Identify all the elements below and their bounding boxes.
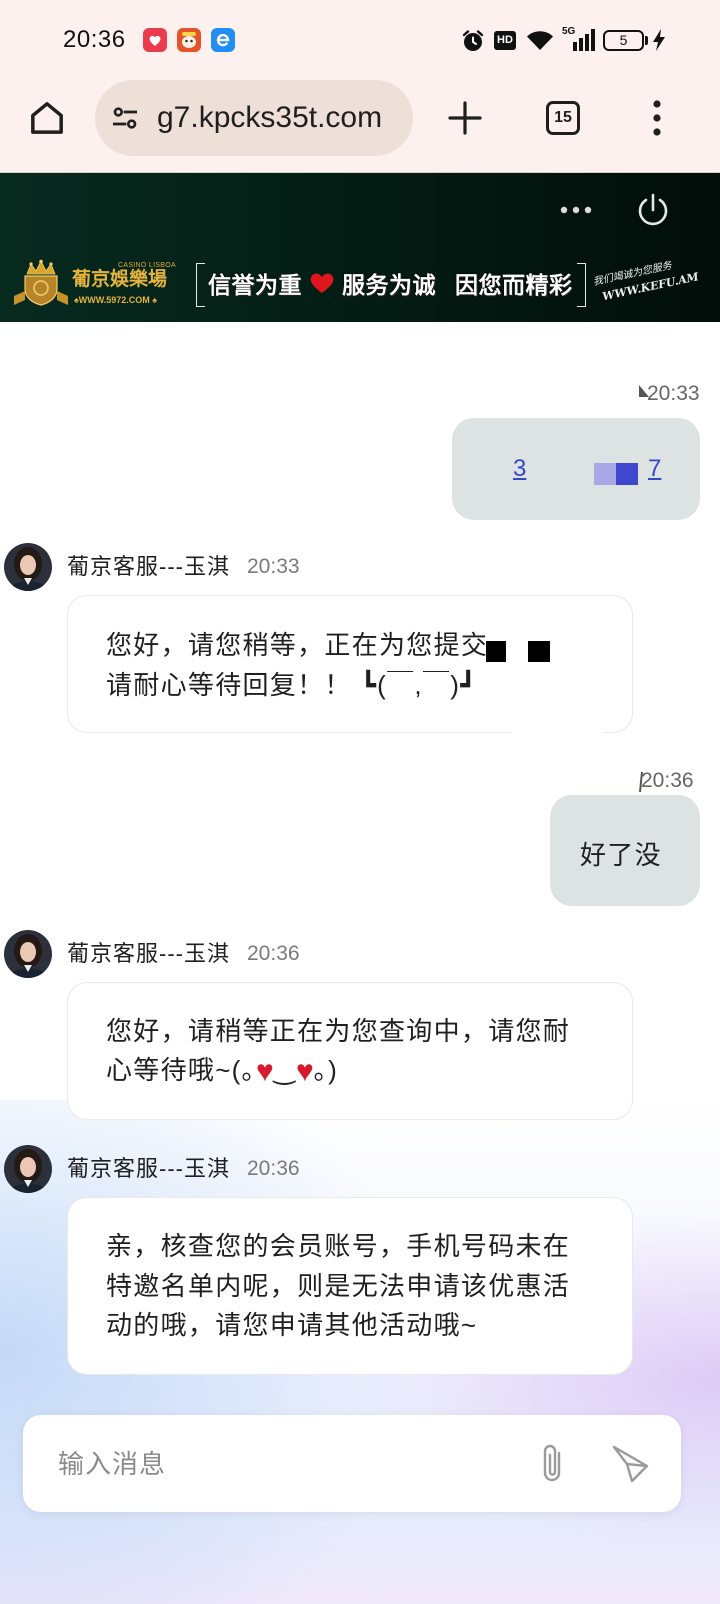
attach-icon[interactable]	[536, 1441, 568, 1487]
app-icon-red	[143, 28, 167, 52]
message-time: 20:36	[641, 769, 694, 792]
agent-message-text: 亲，核查您的会员账号，手机号码未在 特邀名单内呢，则是无法申请该优惠活 动的哦，…	[106, 1227, 570, 1346]
signal-icon	[573, 29, 595, 51]
logo-site: WWW.5972.COM	[74, 295, 157, 305]
message-line: 您好，请您稍等，正在为您提交	[106, 630, 489, 660]
hd-icon: HD	[494, 31, 516, 50]
message-input[interactable]	[58, 1443, 518, 1485]
battery-nub	[645, 36, 648, 45]
slogan-2: 服务为诚	[342, 272, 436, 298]
app-icon-blue	[211, 28, 235, 52]
agent-message-text: 您好，请您稍等，正在为您提交 请耐心等待回复！！ ┗(￣,￣)┛	[106, 625, 488, 705]
charging-icon	[652, 29, 666, 51]
message-text-part: ‿	[273, 1055, 296, 1085]
status-time: 20:36	[63, 26, 126, 53]
message-link[interactable]: 3	[513, 455, 526, 483]
redaction-block	[512, 700, 604, 740]
status-bar: 20:36 HD 5G 5	[0, 0, 720, 80]
message-time: 20:36	[247, 942, 300, 965]
agent-name: 葡京客服---玉淇	[67, 1156, 230, 1181]
message-text-part: ｡)	[313, 1055, 339, 1085]
crown-logo-icon	[12, 259, 70, 309]
agent-name: 葡京客服---玉淇	[67, 941, 230, 966]
address-bar[interactable]: g7.kpcks35t.com	[95, 80, 413, 156]
url-text[interactable]: g7.kpcks35t.com	[157, 100, 407, 136]
message-line: 您好，请稍等正在为您查询中，请您耐	[106, 1012, 570, 1051]
agent-name: 葡京客服---玉淇	[67, 554, 230, 579]
slogan-3: 因您而精彩	[455, 272, 573, 298]
slogan-frame: 信誉为重 服务为诚 因您而精彩	[196, 263, 586, 307]
message-line: 亲，核查您的会员账号，手机号码未在	[106, 1231, 571, 1261]
message-time: 20:33	[647, 382, 700, 405]
send-icon[interactable]	[610, 1444, 650, 1484]
new-tab-icon[interactable]	[447, 100, 483, 136]
heart-emoji: ♥	[255, 1055, 274, 1088]
app-icon-orange	[177, 28, 201, 52]
message-line: 特邀名单内呢，则是无法申请该优惠活	[106, 1270, 571, 1301]
power-icon[interactable]	[636, 191, 670, 227]
redaction-block	[528, 641, 550, 662]
message-time: 20:33	[247, 555, 300, 578]
message-time: 20:36	[247, 1157, 300, 1180]
message-line: 请耐心等待回复！！ ┗(￣,￣)┛	[106, 670, 478, 700]
more-dots-icon[interactable]	[558, 203, 594, 217]
logo-name: 葡京娛樂場	[72, 269, 168, 290]
message-text-part: 您好，请稍等正在为您查询中，请您耐	[106, 1016, 571, 1046]
agent-avatar	[4, 543, 52, 591]
user-message-bubble: 好了没	[550, 795, 700, 906]
slogan-1: 信誉为重	[208, 272, 302, 298]
battery-icon: 5	[603, 30, 644, 51]
user-message-bubble: 3 7	[452, 418, 700, 520]
tab-switcher-icon[interactable]: 15	[546, 101, 580, 135]
alarm-icon	[461, 29, 485, 53]
message-link[interactable]: 7	[648, 455, 661, 483]
message-composer	[23, 1415, 681, 1512]
redaction-block	[594, 463, 616, 485]
browser-toolbar: g7.kpcks35t.com 15	[0, 80, 720, 173]
agent-message-text: 您好，请稍等正在为您查询中，请您耐 心等待哦~(｡♥‿♥｡)	[106, 1012, 570, 1091]
message-line: 心等待哦~(｡♥‿♥｡)	[106, 1051, 570, 1091]
agent-avatar	[4, 930, 52, 978]
user-message-text: 好了没	[580, 840, 662, 870]
wifi-icon	[526, 29, 554, 51]
heart-icon	[309, 272, 335, 294]
redaction-block	[486, 641, 506, 662]
more-menu-icon[interactable]	[650, 100, 664, 136]
tagline-block: 我们竭诚为您服务 WWW.KEFU.AM	[592, 255, 700, 306]
site-settings-icon[interactable]	[109, 102, 141, 134]
agent-avatar	[4, 1145, 52, 1193]
home-icon[interactable]	[27, 98, 67, 138]
message-text-part: 心等待哦~(｡	[106, 1055, 256, 1085]
redaction-block	[616, 463, 638, 485]
heart-emoji: ♥	[295, 1055, 314, 1088]
chat-header-banner: CASINO LISBOA 葡京娛樂場 WWW.5972.COM 信誉为重 服务…	[0, 173, 720, 322]
message-line: 动的哦，请您申请其他活动哦~	[106, 1310, 478, 1340]
